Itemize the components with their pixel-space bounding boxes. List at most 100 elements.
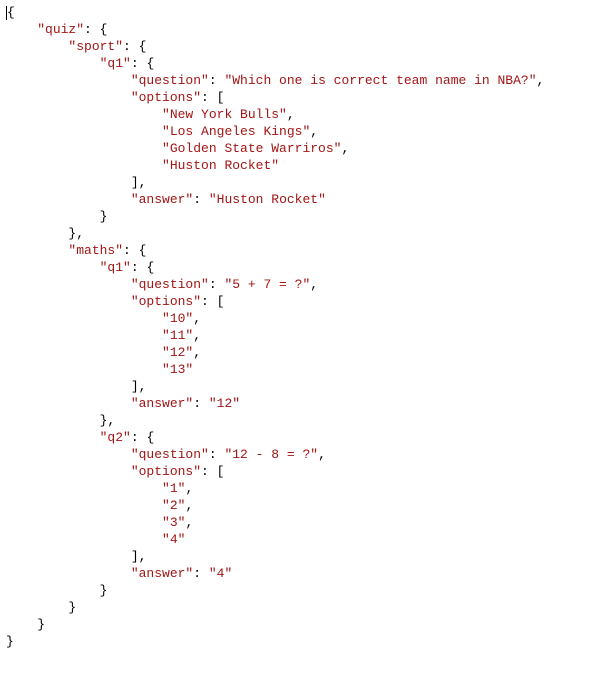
punct-token: , (185, 481, 193, 496)
string-token: "options" (131, 464, 201, 479)
punct-token (6, 56, 100, 71)
punct-token (6, 192, 131, 207)
punct-token: , (537, 73, 545, 88)
code-line: "q2": { (6, 430, 154, 445)
string-token: "10" (162, 311, 193, 326)
code-line: ], (6, 175, 146, 190)
code-line: ], (6, 549, 146, 564)
punct-token (6, 311, 162, 326)
string-token: "5 + 7 = ?" (224, 277, 310, 292)
punct-token: : { (123, 39, 146, 54)
punct-token: } (6, 617, 45, 632)
punct-token: , (193, 328, 201, 343)
code-line: "12", (6, 345, 201, 360)
string-token: "13" (162, 362, 193, 377)
punct-token (6, 498, 162, 513)
code-line: } (6, 600, 76, 615)
string-token: "question" (131, 447, 209, 462)
punct-token (6, 90, 131, 105)
punct-token: ], (6, 175, 146, 190)
punct-token: : { (131, 56, 154, 71)
punct-token: , (185, 498, 193, 513)
code-line: "question": "12 - 8 = ?", (6, 447, 326, 462)
string-token: "2" (162, 498, 185, 513)
code-line: "options": [ (6, 294, 224, 309)
punct-token (6, 22, 37, 37)
punct-token (6, 294, 131, 309)
punct-token: ], (6, 549, 146, 564)
code-line: "Golden State Warriros", (6, 141, 349, 156)
code-line: } (6, 634, 14, 649)
punct-token: : (209, 447, 225, 462)
punct-token: ], (6, 379, 146, 394)
punct-token (6, 515, 162, 530)
code-line: "maths": { (6, 243, 146, 258)
punct-token: : [ (201, 90, 224, 105)
string-token: "q1" (100, 56, 131, 71)
string-token: "12" (209, 396, 240, 411)
string-token: "answer" (131, 396, 193, 411)
code-line: "q1": { (6, 260, 154, 275)
code-line: "10", (6, 311, 201, 326)
code-line: ], (6, 379, 146, 394)
code-line: "options": [ (6, 90, 224, 105)
punct-token (6, 464, 131, 479)
punct-token: , (287, 107, 295, 122)
punct-token (6, 396, 131, 411)
punct-token: : { (131, 430, 154, 445)
punct-token (6, 73, 131, 88)
string-token: "11" (162, 328, 193, 343)
punct-token: }, (6, 226, 84, 241)
punct-token: , (318, 447, 326, 462)
punct-token (6, 532, 162, 547)
string-token: "options" (131, 90, 201, 105)
punct-token: : { (131, 260, 154, 275)
punct-token: : (193, 192, 209, 207)
punct-token (6, 141, 162, 156)
json-code-block[interactable]: { "quiz": { "sport": { "q1": { "question… (0, 0, 606, 650)
punct-token: , (310, 124, 318, 139)
code-line: "q1": { (6, 56, 154, 71)
punct-token (6, 447, 131, 462)
code-line: "answer": "Huston Rocket" (6, 192, 326, 207)
string-token: "answer" (131, 192, 193, 207)
punct-token: , (310, 277, 318, 292)
code-line: { (6, 5, 15, 20)
code-line: "3", (6, 515, 193, 530)
string-token: "Which one is correct team name in NBA?" (224, 73, 536, 88)
punct-token: }, (6, 413, 115, 428)
punct-token: : [ (201, 294, 224, 309)
code-line: "13" (6, 362, 193, 377)
string-token: "maths" (68, 243, 123, 258)
punct-token: : (193, 396, 209, 411)
punct-token: , (341, 141, 349, 156)
code-line: "2", (6, 498, 193, 513)
punct-token (6, 430, 100, 445)
code-line: "options": [ (6, 464, 224, 479)
string-token: "options" (131, 294, 201, 309)
punct-token: , (185, 515, 193, 530)
punct-token: : (209, 277, 225, 292)
punct-token (6, 124, 162, 139)
code-line: "question": "5 + 7 = ?", (6, 277, 318, 292)
punct-token (6, 345, 162, 360)
string-token: "q2" (100, 430, 131, 445)
string-token: "4" (162, 532, 185, 547)
code-line: "answer": "12" (6, 396, 240, 411)
code-line: "4" (6, 532, 185, 547)
string-token: "12 - 8 = ?" (224, 447, 318, 462)
string-token: "Huston Rocket" (162, 158, 279, 173)
punct-token (6, 566, 131, 581)
punct-token (6, 328, 162, 343)
punct-token: } (6, 209, 107, 224)
code-line: "answer": "4" (6, 566, 232, 581)
string-token: "1" (162, 481, 185, 496)
string-token: "Huston Rocket" (209, 192, 326, 207)
punct-token (6, 277, 131, 292)
string-token: "4" (209, 566, 232, 581)
punct-token: } (6, 634, 14, 649)
code-line: } (6, 209, 107, 224)
string-token: "12" (162, 345, 193, 360)
punct-token (6, 39, 68, 54)
code-line: "sport": { (6, 39, 146, 54)
